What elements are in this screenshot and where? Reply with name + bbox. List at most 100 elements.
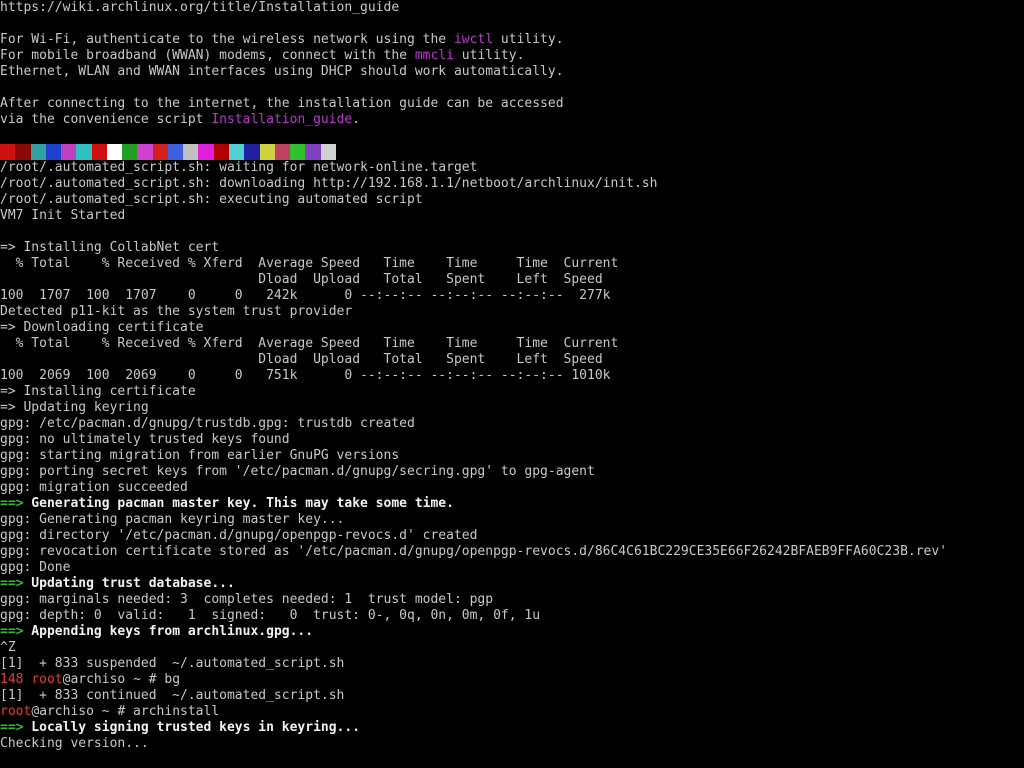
terminal-line: gpg: Generating pacman keyring master ke… bbox=[0, 512, 1024, 528]
terminal-line: 148 root@archiso ~ # bg bbox=[0, 672, 1024, 688]
color-block bbox=[15, 144, 31, 160]
color-block bbox=[228, 144, 245, 160]
color-block bbox=[320, 144, 336, 160]
terminal-line: [1] + 833 continued ~/.automated_script.… bbox=[0, 688, 1024, 704]
terminal-text: gpg: directory '/etc/pacman.d/gnupg/open… bbox=[0, 528, 478, 543]
color-block bbox=[137, 144, 153, 160]
terminal-text: root bbox=[0, 704, 32, 719]
terminal-line: [1] + 833 suspended ~/.automated_script.… bbox=[0, 656, 1024, 672]
terminal-text: 100 2069 100 2069 0 0 751k 0 --:--:-- --… bbox=[0, 368, 611, 383]
terminal-text: % Total % Received % Xferd Average Speed… bbox=[0, 256, 619, 271]
terminal-text: 100 1707 100 1707 0 0 242k 0 --:--:-- --… bbox=[0, 288, 611, 303]
terminal-line: Dload Upload Total Spent Left Speed bbox=[0, 352, 1024, 368]
terminal-line: ==> Generating pacman master key. This m… bbox=[0, 496, 1024, 512]
color-block bbox=[61, 144, 77, 160]
terminal-text: [1] + 833 suspended ~/.automated_script.… bbox=[0, 656, 345, 671]
terminal-text: iwctl bbox=[453, 32, 494, 47]
terminal-text: . bbox=[352, 112, 361, 127]
terminal-line: For Wi-Fi, authenticate to the wireless … bbox=[0, 32, 1024, 48]
terminal-text: /root/.automated_script.sh: executing au… bbox=[0, 192, 423, 207]
color-block bbox=[305, 144, 321, 160]
terminal-text: => Installing certificate bbox=[0, 384, 196, 399]
terminal-line: 100 1707 100 1707 0 0 242k 0 --:--:-- --… bbox=[0, 288, 1024, 304]
color-block bbox=[290, 144, 306, 160]
terminal-text: Dload Upload Total Spent Left Speed bbox=[0, 352, 603, 367]
terminal-text: https://wiki.archlinux.org/title/Install… bbox=[0, 0, 400, 15]
terminal-line: /root/.automated_script.sh: executing au… bbox=[0, 192, 1024, 208]
color-block bbox=[213, 144, 229, 160]
terminal-text: mmcli bbox=[414, 48, 454, 63]
terminal-line: % Total % Received % Xferd Average Speed… bbox=[0, 256, 1024, 272]
terminal-line: gpg: starting migration from earlier Gnu… bbox=[0, 448, 1024, 464]
terminal-line: For mobile broadband (WWAN) modems, conn… bbox=[0, 48, 1024, 64]
terminal-text: gpg: Done bbox=[0, 560, 71, 575]
terminal-text: Appending keys from archlinux.gpg... bbox=[23, 624, 314, 639]
terminal-line: ^Z bbox=[0, 640, 1024, 656]
terminal-line: Dload Upload Total Spent Left Speed bbox=[0, 272, 1024, 288]
terminal-text: @archiso ~ # archinstall bbox=[31, 704, 220, 719]
terminal-text: gpg: marginals needed: 3 completes neede… bbox=[0, 592, 494, 607]
terminal-text: ==> bbox=[0, 624, 24, 639]
terminal-text: % Total % Received % Xferd Average Speed… bbox=[0, 336, 619, 351]
color-block bbox=[122, 144, 138, 160]
terminal-console[interactable]: https://wiki.archlinux.org/title/Install… bbox=[0, 0, 1024, 768]
terminal-line: % Total % Received % Xferd Average Speed… bbox=[0, 336, 1024, 352]
color-block bbox=[76, 144, 92, 160]
color-block bbox=[167, 144, 184, 160]
terminal-text: gpg: depth: 0 valid: 1 signed: 0 trust: … bbox=[0, 608, 541, 623]
terminal-line: gpg: /etc/pacman.d/gnupg/trustdb.gpg: tr… bbox=[0, 416, 1024, 432]
terminal-text: ==> bbox=[0, 496, 24, 511]
terminal-line: gpg: no ultimately trusted keys found bbox=[0, 432, 1024, 448]
terminal-text: Locally signing trusted keys in keyring.… bbox=[23, 720, 361, 735]
terminal-text: ==> bbox=[0, 576, 24, 591]
terminal-text: Checking version... bbox=[0, 736, 149, 751]
color-block bbox=[45, 144, 62, 160]
terminal-line: Detected p11-kit as the system trust pro… bbox=[0, 304, 1024, 320]
terminal-line: gpg: directory '/etc/pacman.d/gnupg/open… bbox=[0, 528, 1024, 544]
terminal-line: Ethernet, WLAN and WWAN interfaces using… bbox=[0, 64, 1024, 80]
terminal-line: Checking version... bbox=[0, 736, 1024, 752]
terminal-text: For Wi-Fi, authenticate to the wireless … bbox=[0, 32, 454, 47]
terminal-text: 148 bbox=[0, 672, 32, 687]
terminal-line: root@archiso ~ # archinstall bbox=[0, 704, 1024, 720]
terminal-text: gpg: Generating pacman keyring master ke… bbox=[0, 512, 345, 527]
terminal-text: Generating pacman master key. This may t… bbox=[23, 496, 454, 511]
color-test-strip bbox=[0, 144, 336, 160]
terminal-line: After connecting to the internet, the in… bbox=[0, 96, 1024, 112]
terminal-text: After connecting to the internet, the in… bbox=[0, 96, 564, 111]
terminal-text: => Downloading certificate bbox=[0, 320, 204, 335]
terminal-line: gpg: porting secret keys from '/etc/pacm… bbox=[0, 464, 1024, 480]
terminal-line: via the convenience script Installation_… bbox=[0, 112, 1024, 128]
terminal-text: Dload Upload Total Spent Left Speed bbox=[0, 272, 603, 287]
terminal-line: gpg: Done bbox=[0, 560, 1024, 576]
terminal-line: /root/.automated_script.sh: waiting for … bbox=[0, 160, 1024, 176]
terminal-text: Updating trust database... bbox=[23, 576, 235, 591]
color-block bbox=[0, 144, 16, 160]
terminal-text: Ethernet, WLAN and WWAN interfaces using… bbox=[0, 64, 564, 79]
terminal-line: => Installing CollabNet cert bbox=[0, 240, 1024, 256]
terminal-text: @archiso ~ # bg bbox=[62, 672, 181, 687]
terminal-text: /root/.automated_script.sh: waiting for … bbox=[0, 160, 478, 175]
color-block bbox=[91, 144, 107, 160]
color-block bbox=[152, 144, 168, 160]
terminal-text: gpg: starting migration from earlier Gnu… bbox=[0, 448, 400, 463]
terminal-line: => Installing certificate bbox=[0, 384, 1024, 400]
terminal-line: gpg: depth: 0 valid: 1 signed: 0 trust: … bbox=[0, 608, 1024, 624]
terminal-text: root bbox=[31, 672, 63, 687]
color-block bbox=[259, 144, 275, 160]
color-block bbox=[106, 144, 123, 160]
color-block bbox=[274, 144, 291, 160]
terminal-line: 100 2069 100 2069 0 0 751k 0 --:--:-- --… bbox=[0, 368, 1024, 384]
terminal-line: VM7 Init Started bbox=[0, 208, 1024, 224]
terminal-text: utility. bbox=[493, 32, 564, 47]
terminal-text: ^Z bbox=[0, 640, 16, 655]
terminal-text: gpg: porting secret keys from '/etc/pacm… bbox=[0, 464, 595, 479]
terminal-text: gpg: no ultimately trusted keys found bbox=[0, 432, 290, 447]
terminal-text: VM7 Init Started bbox=[0, 208, 126, 223]
color-block bbox=[183, 144, 199, 160]
terminal-line: gpg: marginals needed: 3 completes neede… bbox=[0, 592, 1024, 608]
terminal-line: ==> Locally signing trusted keys in keyr… bbox=[0, 720, 1024, 736]
